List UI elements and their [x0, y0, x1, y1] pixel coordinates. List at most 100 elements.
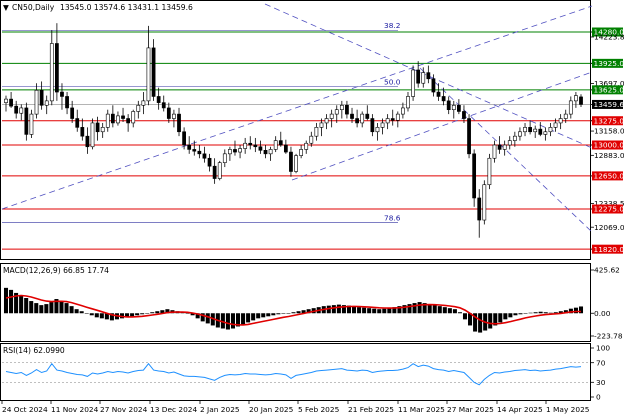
- date-tick-label: 5 Feb 2025: [298, 405, 340, 414]
- candle-body: [238, 148, 242, 153]
- candle-body: [294, 155, 298, 172]
- candle-body: [426, 72, 431, 80]
- macd-tick-label: 0.00: [594, 309, 611, 318]
- macd-histogram-bar: [296, 311, 301, 314]
- macd-histogram-bar: [155, 311, 160, 314]
- candle-body: [19, 107, 24, 114]
- macd-histogram-bar: [256, 313, 261, 319]
- candle-body: [329, 113, 334, 119]
- symbol-label: CN50,Daily: [12, 3, 55, 12]
- macd-histogram-bar: [140, 313, 145, 315]
- candle-body: [390, 118, 395, 121]
- macd-histogram-bar: [331, 305, 336, 314]
- candle-body: [548, 127, 553, 133]
- candle-body: [217, 162, 222, 179]
- macd-histogram-bar: [130, 313, 135, 317]
- macd-histogram-bar: [89, 313, 94, 316]
- date-tick-label: 1 May 2025: [546, 405, 590, 414]
- macd-histogram-bar: [533, 312, 538, 314]
- candle-body: [85, 135, 90, 148]
- candle-body: [268, 149, 273, 155]
- candle-body: [110, 113, 115, 124]
- macd-histogram-bar: [387, 308, 392, 314]
- macd-histogram-bar: [357, 307, 362, 314]
- macd-histogram-bar: [9, 289, 14, 314]
- price-tag-label: 13925.0: [594, 59, 624, 68]
- candle-body: [105, 113, 110, 128]
- ohlc-label: 13545.0 13574.6 13431.1 13459.6: [60, 3, 193, 12]
- macd-histogram-bar: [503, 313, 508, 320]
- macd-histogram-bar: [69, 306, 74, 314]
- price-tick-label: 12069.0: [594, 223, 624, 232]
- candle-body: [324, 118, 329, 124]
- macd-histogram-bar: [135, 313, 140, 316]
- macd-histogram-bar: [437, 306, 442, 314]
- candle-body: [44, 100, 49, 106]
- macd-histogram-bar: [478, 313, 483, 333]
- candle-body: [283, 144, 288, 153]
- candle-body: [4, 98, 8, 103]
- chart-canvas: 38.250.078.6 14280.014223.813925.013697.…: [0, 0, 624, 414]
- candle-body: [339, 104, 344, 110]
- candle-body: [228, 149, 232, 155]
- rsi-label: RSI(14) 62.0990: [3, 346, 65, 355]
- macd-histogram-bar: [573, 307, 578, 314]
- candle-body: [502, 144, 507, 150]
- candle-body: [406, 96, 410, 109]
- macd-panel-frame: [0, 263, 591, 342]
- candle-body: [80, 127, 85, 137]
- macd-histogram-bar: [230, 313, 235, 329]
- candle-body: [34, 89, 39, 115]
- candle-body: [192, 149, 197, 152]
- rsi-axis: 100 70 30 0: [590, 344, 610, 402]
- macd-histogram-bar: [251, 313, 256, 321]
- macd-histogram-bar: [246, 313, 251, 323]
- candle-body: [233, 149, 237, 153]
- candle-body: [273, 140, 278, 150]
- candle-body: [345, 104, 349, 115]
- macd-histogram-bar: [412, 303, 417, 314]
- candle-body: [39, 89, 44, 106]
- macd-histogram-bar: [372, 308, 377, 314]
- macd-histogram-bar: [150, 312, 155, 314]
- macd-histogram-bar: [452, 309, 457, 314]
- candle-body: [355, 118, 359, 124]
- fib-label-50.0: 50.0: [384, 78, 401, 87]
- macd-histogram-bar: [59, 301, 64, 314]
- macd-histogram-bar: [447, 308, 452, 314]
- macd-histogram-bar: [44, 304, 49, 314]
- candle-body: [243, 142, 248, 149]
- candle-body: [70, 107, 75, 119]
- candle-body: [202, 153, 207, 159]
- fib-label-78.6: 78.6: [384, 214, 401, 223]
- candle-body: [563, 113, 568, 119]
- price-panel-frame: [0, 0, 591, 260]
- candle-body: [131, 111, 136, 124]
- rsi-tick-label: 0: [596, 393, 601, 402]
- candle-body: [161, 102, 166, 109]
- candle-body: [289, 151, 293, 172]
- candle-body: [95, 122, 100, 133]
- candle-body: [553, 122, 558, 128]
- candle-body: [146, 47, 151, 102]
- candle-body: [360, 113, 365, 124]
- macd-histogram-bar: [205, 313, 210, 324]
- candle-body: [55, 43, 59, 93]
- candle-body: [579, 96, 583, 105]
- candle-body: [75, 118, 80, 128]
- macd-histogram-bar: [513, 313, 518, 316]
- candle-body: [156, 96, 161, 103]
- candle-body: [334, 109, 339, 115]
- candle-body: [507, 140, 512, 146]
- macd-histogram-bar: [286, 313, 291, 314]
- macd-histogram-bar: [39, 305, 44, 314]
- candle-body: [497, 144, 502, 150]
- candle-body: [187, 144, 192, 150]
- candle-body: [538, 128, 543, 135]
- macd-histogram-bar: [84, 313, 89, 314]
- candle-body: [116, 115, 120, 124]
- macd-histogram-bar: [24, 298, 29, 314]
- macd-histogram-bar: [241, 313, 246, 325]
- candle-body: [29, 113, 34, 135]
- candle-body: [172, 113, 176, 119]
